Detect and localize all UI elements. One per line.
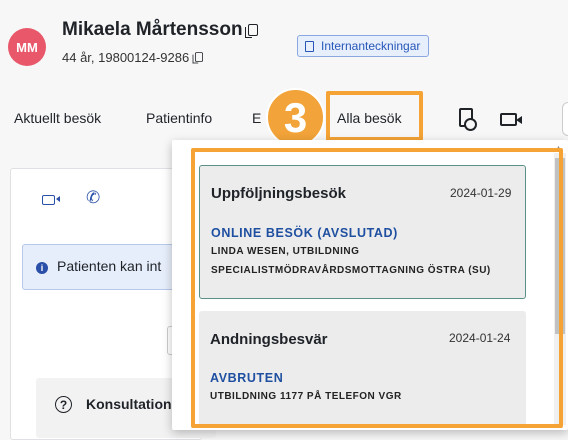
tab-highlight-frame [326, 91, 423, 141]
patient-name: Mikaela Mårtensson [62, 19, 258, 41]
document-icon [305, 40, 314, 52]
copy-icon[interactable] [192, 52, 204, 64]
video-call-icon[interactable] [500, 113, 522, 126]
patient-name-text: Mikaela Mårtensson [62, 19, 243, 40]
video-icon[interactable] [42, 195, 60, 205]
phone-icon[interactable]: ✆ [86, 188, 100, 208]
info-icon: i [36, 262, 48, 274]
step-badge: 3 [266, 88, 325, 147]
tab-patient-info[interactable]: Patientinfo [146, 110, 212, 126]
question-icon: ? [55, 396, 72, 413]
avatar: MM [8, 28, 46, 66]
copy-icon[interactable] [244, 24, 258, 38]
tab-current-visit[interactable]: Aktuellt besök [14, 110, 101, 126]
internal-notes-button[interactable]: Internanteckningar [297, 35, 430, 57]
edge-control[interactable] [562, 102, 568, 136]
document-search-icon[interactable] [459, 108, 477, 131]
dropdown-highlight-frame [191, 148, 563, 428]
patient-header [0, 0, 568, 92]
internal-notes-label: Internanteckningar [321, 39, 421, 53]
consultation-label: Konsultation [86, 396, 172, 412]
tab-partial-e[interactable]: E [252, 110, 261, 126]
info-banner-text: Patienten kan int [57, 258, 162, 274]
patient-age-id: 44 år, 19800124-9286 [62, 50, 190, 65]
patient-info: 44 år, 19800124-9286 [62, 50, 204, 65]
